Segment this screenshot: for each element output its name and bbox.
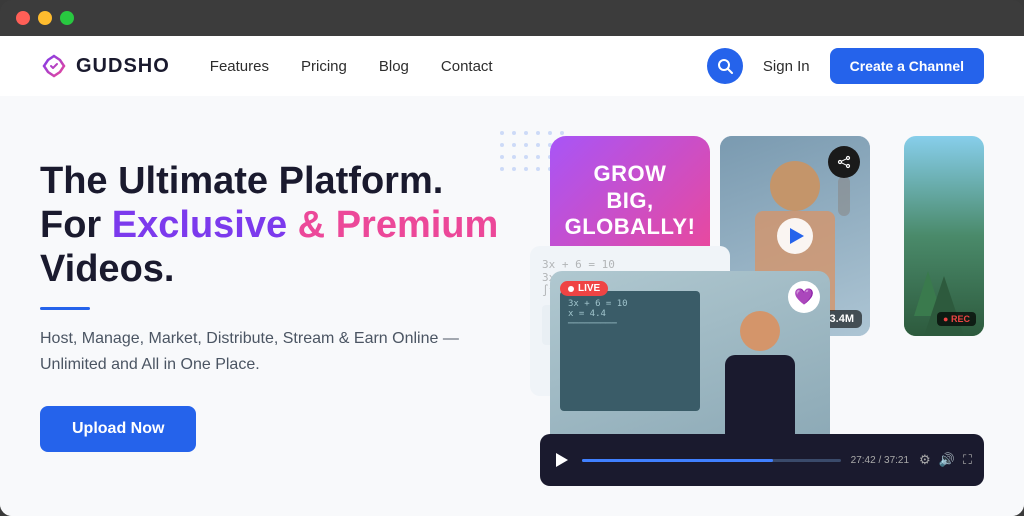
player-fullscreen-icon[interactable]: ⛶ [963, 452, 972, 468]
grow-big-text: GROWBIG,GLOBALLY! [565, 161, 696, 240]
create-channel-button[interactable]: Create a Channel [830, 48, 984, 84]
hero-title-exclusive: Exclusive [112, 204, 287, 246]
hero-divider [40, 307, 90, 310]
hero-section: The Ultimate Platform. For Exclusive & P… [0, 96, 1024, 516]
nav-contact[interactable]: Contact [441, 58, 493, 75]
live-badge: LIVE [560, 281, 608, 296]
player-controls: ⚙ 🔊 ⛶ [919, 452, 972, 468]
nav-features[interactable]: Features [210, 58, 269, 75]
close-button[interactable] [16, 11, 30, 25]
hero-title-line1: The Ultimate Platform. [40, 160, 443, 202]
minimize-button[interactable] [38, 11, 52, 25]
hero-left: The Ultimate Platform. For Exclusive & P… [40, 160, 500, 451]
nav-right: Sign In Create a Channel [707, 48, 984, 84]
maximize-button[interactable] [60, 11, 74, 25]
logo-text: GUDSHO [76, 55, 170, 78]
search-icon [717, 58, 733, 74]
player-play-icon [556, 453, 568, 467]
live-teacher-card: 3x + 6 = 10x = 4.4───────── LIVE 💜 [550, 271, 830, 451]
live-text: LIVE [578, 283, 600, 294]
traffic-lights [16, 11, 74, 25]
heart-badge: 💜 [788, 281, 820, 313]
teacher-body [725, 355, 795, 435]
sign-in-link[interactable]: Sign In [763, 58, 810, 75]
hero-title-videos: Videos. [40, 248, 174, 290]
hero-title: The Ultimate Platform. For Exclusive & P… [40, 160, 500, 291]
player-progress-area [582, 459, 841, 462]
teacher-person [720, 311, 800, 451]
teacher-head [740, 311, 780, 351]
hero-title-for: For [40, 204, 112, 246]
video-player-bar: 27:42 / 37:21 ⚙ 🔊 ⛶ [540, 434, 984, 486]
forest-visual [904, 136, 984, 336]
teacher-board: 3x + 6 = 10x = 4.4───────── [560, 291, 700, 411]
navbar: GUDSHO Features Pricing Blog Contact Sig… [0, 36, 1024, 96]
share-button[interactable] [828, 146, 860, 178]
play-overlay[interactable] [777, 218, 813, 254]
hero-title-premium: Premium [336, 204, 499, 246]
player-progress-bar[interactable] [582, 459, 841, 462]
nav-blog[interactable]: Blog [379, 58, 409, 75]
nav-pricing[interactable]: Pricing [301, 58, 347, 75]
hero-subtitle: Host, Manage, Market, Distribute, Stream… [40, 326, 500, 377]
nav-links: Features Pricing Blog Contact [210, 58, 707, 75]
player-settings-icon[interactable]: ⚙ [919, 452, 931, 468]
hero-title-amp: & [287, 204, 336, 246]
upload-now-button[interactable]: Upload Now [40, 406, 196, 452]
player-progress-fill [582, 459, 773, 462]
hero-right: GROWBIG,GLOBALLY! [520, 116, 984, 496]
logo-area: GUDSHO [40, 52, 170, 80]
search-button[interactable] [707, 48, 743, 84]
title-bar [0, 0, 1024, 36]
rec-badge: ● REC [937, 312, 976, 326]
forest-card: ● REC [904, 136, 984, 336]
browser-window: GUDSHO Features Pricing Blog Contact Sig… [0, 0, 1024, 516]
play-icon [790, 228, 804, 244]
browser-content: GUDSHO Features Pricing Blog Contact Sig… [0, 36, 1024, 516]
player-volume-icon[interactable]: 🔊 [939, 452, 955, 468]
gudsho-logo-icon [40, 52, 68, 80]
player-play-button[interactable] [552, 450, 572, 470]
player-time: 27:42 / 37:21 [851, 455, 909, 466]
